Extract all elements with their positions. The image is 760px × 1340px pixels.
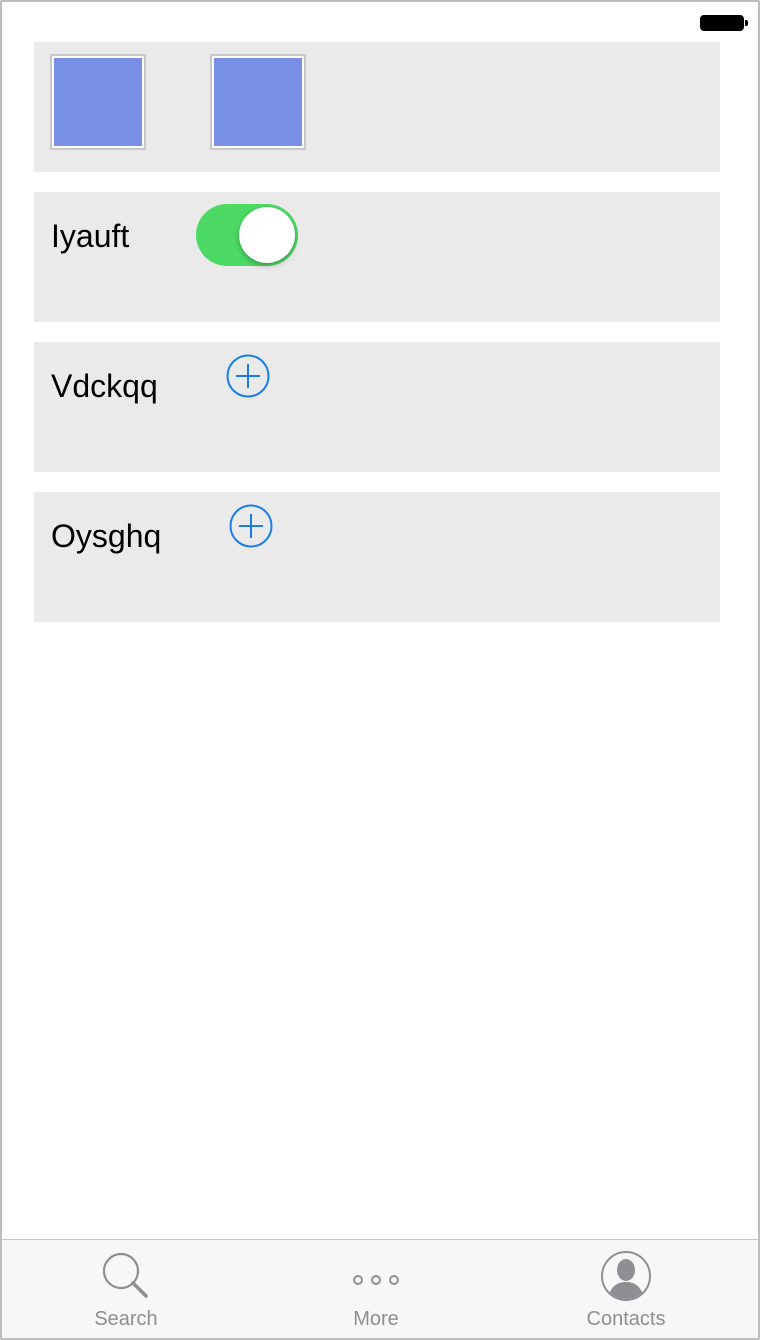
add-row-label: Vdckqq bbox=[51, 368, 158, 404]
contacts-icon bbox=[601, 1251, 651, 1301]
tab-label: More bbox=[353, 1308, 399, 1330]
search-icon bbox=[102, 1252, 148, 1298]
image-row bbox=[34, 42, 720, 172]
toggle-row: Iyauft bbox=[34, 192, 720, 322]
more-icon bbox=[353, 1275, 399, 1285]
battery-icon bbox=[700, 15, 744, 31]
image-thumbnail-icon bbox=[54, 58, 142, 146]
add-row-vdckqq: Vdckqq bbox=[34, 342, 720, 472]
add-button[interactable] bbox=[226, 354, 270, 398]
plus-circle-icon bbox=[229, 504, 273, 548]
tab-label: Search bbox=[94, 1308, 158, 1330]
plus-circle-icon bbox=[226, 354, 270, 398]
image-thumbnail-2[interactable] bbox=[210, 54, 306, 150]
add-row-label: Oysghq bbox=[51, 518, 162, 554]
toggle-knob bbox=[239, 207, 295, 263]
add-button[interactable] bbox=[229, 504, 273, 548]
add-row-oysghq: Oysghq bbox=[34, 492, 720, 622]
tab-more[interactable]: More bbox=[276, 1240, 476, 1338]
tab-search[interactable]: Search bbox=[26, 1240, 226, 1338]
tab-bar: Search More Contacts bbox=[2, 1239, 758, 1338]
toggle-row-label: Iyauft bbox=[51, 218, 130, 254]
tab-label: Contacts bbox=[586, 1308, 666, 1330]
battery-tip bbox=[745, 20, 748, 26]
status-bar bbox=[2, 2, 758, 42]
image-thumbnail-1[interactable] bbox=[50, 54, 146, 150]
tab-contacts[interactable]: Contacts bbox=[526, 1240, 726, 1338]
toggle-switch[interactable] bbox=[196, 204, 298, 266]
image-thumbnail-icon bbox=[214, 58, 302, 146]
phone-screen: Iyauft Vdckqq Oysghq Search More Contact… bbox=[0, 0, 760, 1340]
